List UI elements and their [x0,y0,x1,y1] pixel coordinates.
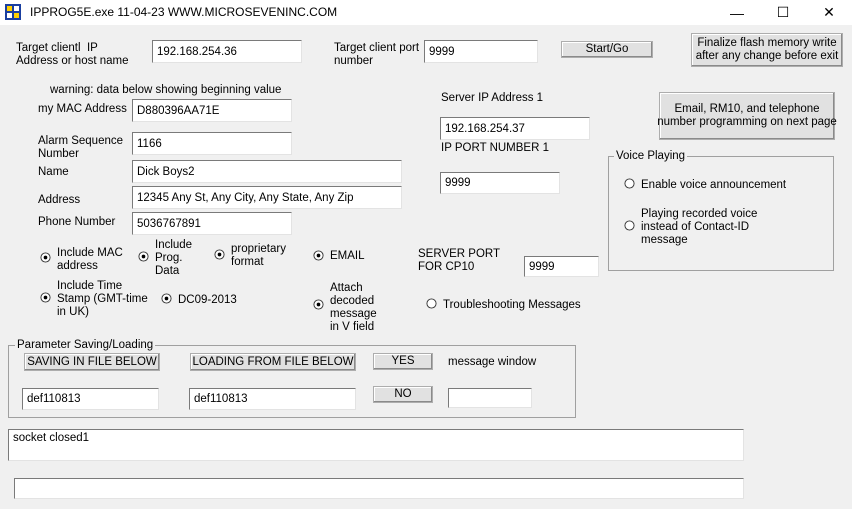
email-label: EMAIL [330,250,365,262]
target-ip-input[interactable] [152,40,302,63]
minimize-button[interactable]: — [714,0,760,25]
save-file-button[interactable]: SAVING IN FILE BELOW [24,353,160,371]
yes-button[interactable]: YES [373,353,433,370]
finalize-flash-button[interactable]: Finalize flash memory write after any ch… [691,33,843,67]
ip-port-1-input[interactable] [440,172,560,194]
troubleshooting-radio[interactable] [426,298,437,309]
alarm-sequence-label: Alarm Sequence Number [38,135,124,160]
include-prog-label: Include Prog. Data [155,239,193,277]
address-input[interactable] [132,186,402,209]
include-time-label: Include Time Stamp (GMT-time in UK) [57,280,148,318]
alarm-sequence-input[interactable] [132,132,292,155]
bottom-input[interactable] [14,478,744,499]
target-port-input[interactable] [424,40,538,63]
proprietary-format-radio[interactable] [214,249,225,260]
mac-address-label: my MAC Address [38,103,127,115]
window-title: IPPROG5E.exe 11-04-23 WWW.MICROSEVENINC.… [30,5,338,19]
server-port-cp10-label: SERVER PORT FOR CP10 [418,248,501,273]
load-file-input[interactable] [189,388,356,410]
server-port-cp10-input[interactable] [524,256,599,277]
troubleshooting-label: Troubleshooting Messages [443,299,581,311]
warning-text: warning: data below showing beginning va… [50,84,282,96]
target-client-label: Target clientl IP Address or host name [16,42,129,67]
include-time-radio[interactable] [40,292,51,303]
include-prog-radio[interactable] [138,251,149,262]
voice-playing-legend: Voice Playing [614,150,688,163]
phone-number-label: Phone Number [38,216,116,228]
maximize-button[interactable]: ☐ [760,0,806,25]
ip-port-1-label: IP PORT NUMBER 1 [441,142,550,154]
phone-number-input[interactable] [132,212,292,235]
dc09-label: DC09-2013 [178,294,237,306]
proprietary-format-label: proprietary format [231,243,286,268]
app-icon [5,4,21,20]
dc09-radio[interactable] [161,293,172,304]
voice-announcement-label: Enable voice announcement [641,179,787,191]
server-ip-input[interactable] [440,117,590,140]
attach-decoded-label: Attach decoded message in V field [330,282,377,333]
voice-announcement-radio[interactable] [624,178,635,189]
address-label: Address [38,194,81,206]
message-window-label: message window [448,356,537,368]
name-label: Name [38,166,69,178]
include-mac-radio[interactable] [40,252,51,263]
start-go-button[interactable]: Start/Go [561,41,653,58]
status-log: socket closed1 [8,429,744,461]
email-radio[interactable] [313,250,324,261]
server-ip-label: Server IP Address 1 [441,92,544,104]
include-mac-label: Include MAC address [57,247,123,272]
recorded-voice-radio[interactable] [624,220,635,231]
mac-address-input[interactable] [132,99,292,122]
no-button[interactable]: NO [373,386,433,403]
target-port-label: Target client port number [334,42,420,67]
load-file-button[interactable]: LOADING FROM FILE BELOW [190,353,356,371]
parameter-legend: Parameter Saving/Loading [15,339,156,352]
email-rm10-button[interactable]: Email, RM10, and telephone number progra… [657,92,837,140]
message-window-input[interactable] [448,388,532,408]
recorded-voice-label: Playing recorded voice instead of Contac… [641,208,758,246]
attach-decoded-radio[interactable] [313,299,324,310]
close-button[interactable]: ✕ [806,0,852,25]
save-file-input[interactable] [22,388,159,410]
name-input[interactable] [132,160,402,183]
